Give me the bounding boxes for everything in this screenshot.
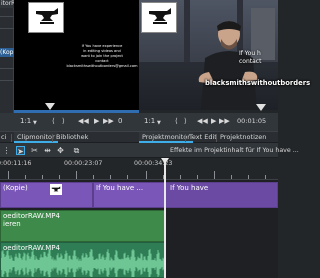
rewind-icon[interactable]: ◀◀ — [197, 117, 208, 126]
rewind-icon[interactable]: ◀◀ — [78, 117, 89, 126]
divider — [0, 28, 14, 29]
ruler-tick — [93, 175, 94, 179]
anvil-logo-icon — [51, 186, 61, 192]
clip-subtitle: ieren — [3, 220, 21, 228]
tab-library[interactable]: Bibliothek — [53, 132, 91, 143]
clip-name: If You have ... — [96, 184, 144, 192]
overlay-line: contact — [239, 58, 262, 65]
ruler-tick — [231, 175, 232, 179]
ruler-tick — [127, 175, 128, 179]
ruler-tick — [248, 175, 249, 179]
ruler-tick — [76, 171, 77, 179]
timeline-clip[interactable]: If You have — [165, 182, 278, 208]
timeline-ruler[interactable]: 0:00:11:16 00:00:23:07 00:00:34:23 — [0, 158, 278, 180]
ruler-tick — [8, 171, 9, 179]
ruler-tick — [214, 171, 215, 179]
ruler-tick — [110, 175, 111, 179]
timecode-display[interactable]: 0 — [118, 117, 122, 126]
ruler-tick — [146, 171, 147, 179]
out-point-icon[interactable]: ⟩ — [184, 117, 187, 126]
audio-waveform — [1, 249, 164, 277]
overlay-line: If You h — [239, 50, 261, 57]
empty-track-area — [165, 210, 278, 242]
slip-tool-icon[interactable]: ✥ — [56, 146, 65, 155]
project-monitor-view[interactable]: If You h contact blacksmithswithoutborde… — [139, 0, 310, 110]
blacksmith-logo-thumbnail — [28, 2, 64, 33]
ruler-tick — [180, 175, 181, 179]
video-clip-main[interactable]: oeditorRAW.MP4 ieren — [0, 210, 165, 242]
audio-track: oeditorRAW.MP4 — [0, 242, 278, 278]
timeline-playhead[interactable] — [164, 158, 166, 278]
zoom-select[interactable]: 1:1 — [20, 117, 31, 126]
zoom-select[interactable]: 1:1 — [144, 117, 155, 126]
clip-monitor-view[interactable]: If You have experience in editing videos… — [14, 0, 139, 110]
clip-thumbnail — [50, 184, 62, 195]
clip-name: If You have — [170, 184, 209, 192]
anvil-logo-icon — [149, 8, 171, 24]
timeline-clip[interactable]: (Kopie) — [0, 182, 93, 208]
track-menu-icon[interactable]: ⋮ — [2, 146, 11, 155]
select-tool-icon[interactable]: ➤ — [16, 146, 25, 156]
timecode-display[interactable]: 00:01:05 — [237, 117, 266, 126]
ruler-tick — [25, 175, 26, 179]
waveform-path — [1, 249, 164, 277]
ruler-tick — [59, 175, 60, 179]
tab-partial[interactable]: ci — [0, 132, 9, 143]
tab-text-edit[interactable]: Text Edit — [186, 132, 220, 143]
chevron-down-icon[interactable]: ▼ — [33, 119, 37, 128]
ruler-tick — [265, 175, 266, 179]
audio-clip[interactable]: oeditorRAW.MP4 — [0, 242, 165, 278]
play-icon[interactable]: ▶ — [211, 117, 216, 126]
clip-name: oeditorRAW.MP4 — [3, 244, 60, 252]
channel-watermark: blacksmithswithoutborders — [205, 79, 311, 87]
divider — [0, 68, 14, 69]
in-point-icon[interactable]: ⟨ — [52, 117, 55, 126]
clip-name: (Kopie) — [3, 184, 28, 192]
dock-tab-bar: ci Clipmonitor Bibliothek Projektmonitor… — [0, 131, 278, 143]
overlay-line: blacksmithswithoutborders@gmail.com — [66, 64, 138, 68]
razor-tool-icon[interactable]: ✂ — [30, 146, 39, 155]
project-monitor-controls: 1:1 ▼ ⟨ ⟩ ◀◀ ▶ ▶▶ 00:01:05 — [139, 113, 278, 131]
bin-item-selected[interactable]: (Kopie) — [0, 48, 14, 57]
forward-icon[interactable]: ▶▶ — [103, 117, 114, 126]
timeline-toolbar: ⋮ ➤ ✂ ⇹ ✥ ⧉ Effekte im Projektinhalt für… — [0, 143, 299, 158]
clip-monitor-controls: 1:1 ▼ ⟨ ⟩ ◀◀ ▶ ▶▶ 0 — [0, 113, 139, 131]
chevron-down-icon[interactable]: ▼ — [157, 119, 161, 128]
tab-separator — [11, 134, 12, 142]
divider — [0, 16, 14, 17]
timeline-clip[interactable]: If You have ... — [93, 182, 165, 208]
effects-label: Effekte im Projektinhalt für If You have… — [170, 147, 299, 154]
ruler-tick — [197, 175, 198, 179]
tab-project-notes[interactable]: Projektnotizen — [217, 132, 269, 143]
out-point-icon[interactable]: ⟩ — [62, 117, 65, 126]
divider — [0, 80, 14, 81]
clip-overlay-text: If You have experience in editing videos… — [66, 44, 138, 69]
ruler-tick — [42, 175, 43, 179]
forward-icon[interactable]: ▶▶ — [219, 117, 230, 126]
wall-beam — [184, 0, 190, 62]
anvil-logo-icon — [36, 8, 58, 24]
edit-mode-icon[interactable]: ⧉ — [72, 146, 81, 155]
ruler-time-label: 0:00:11:16 — [0, 160, 32, 167]
play-icon[interactable]: ▶ — [94, 117, 99, 126]
project-overlay-text: If You h contact — [239, 50, 261, 66]
spacer-tool-icon[interactable]: ⇹ — [43, 146, 52, 155]
in-point-icon[interactable]: ⟨ — [175, 117, 178, 126]
ruler-time-label: 00:00:23:07 — [64, 160, 103, 167]
video-track: (Kopie) If You have ... If You have — [0, 180, 278, 210]
blacksmith-logo-overlay — [141, 2, 177, 33]
